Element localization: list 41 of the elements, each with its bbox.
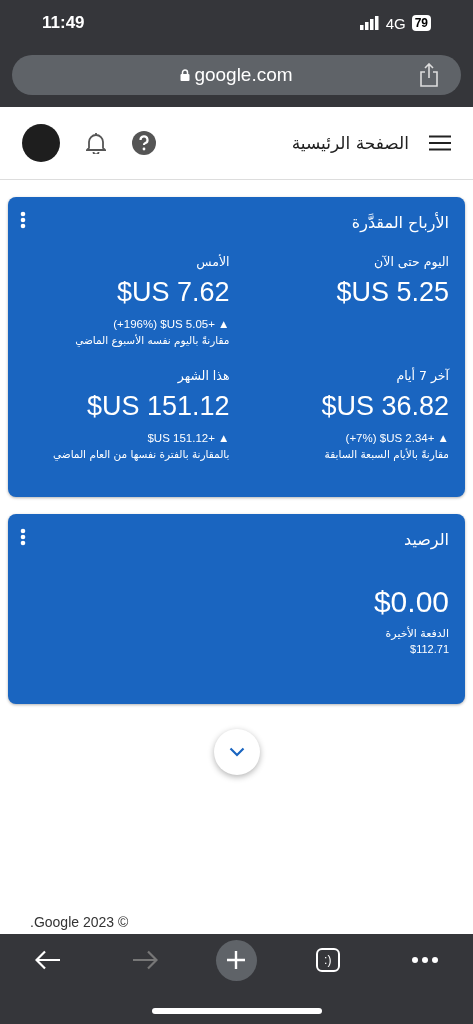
metric-label: هذا الشهر (177, 368, 230, 383)
signal-icon (359, 16, 380, 30)
chevron-down-icon (228, 747, 245, 757)
metric-label: آخر 7 أيام (396, 368, 449, 383)
metric-value: $US 151.12 (86, 391, 230, 422)
metric-label: اليوم حتى الآن (374, 254, 449, 269)
card-title: الرصيد (404, 530, 449, 549)
network-type: 4G (385, 14, 406, 32)
change-text: $US 151.12+ ▲ (147, 432, 230, 444)
tabs-button[interactable]: :) (301, 939, 354, 981)
url-text[interactable]: google.com (194, 64, 293, 86)
plus-icon (226, 950, 247, 970)
metric-value: $US 36.82 (321, 391, 449, 422)
balance-value: $0.00 (373, 585, 449, 619)
share-icon[interactable] (419, 63, 439, 87)
arrow-left-icon (35, 950, 62, 970)
comparison-note: مقارنةً بالأيام السبعة السابقة (324, 448, 449, 460)
more-options-icon[interactable] (20, 528, 26, 546)
new-tab-button[interactable] (216, 939, 257, 981)
comparison-note: بالمقارنة بالفترة نفسها من العام الماضي (53, 448, 230, 460)
copyright-text: .Google 2023 © (30, 914, 130, 930)
arrow-right-icon (132, 950, 159, 970)
last-payment-amount: $112.71 (410, 643, 449, 655)
metric-value: $US 5.25 (336, 277, 449, 308)
clock-time: 11:49 (42, 13, 86, 33)
comparison-note: مقارنةً باليوم نفسه الأسبوع الماضي (75, 334, 230, 346)
metric-label: الأمس (196, 254, 230, 269)
last-payment-label: الدفعة الأخيرة (385, 627, 449, 640)
bell-icon[interactable] (86, 132, 106, 154)
battery-level: 79 (411, 15, 431, 31)
help-icon[interactable] (132, 131, 156, 155)
card-title: الأرباح المقدَّرة (351, 213, 449, 232)
change-text: (+196%) $US 5.05+ ▲ (113, 318, 230, 330)
avatar[interactable] (22, 124, 60, 162)
lock-icon (180, 69, 191, 81)
more-options-icon[interactable] (20, 211, 26, 229)
metric-value: $US 7.62 (116, 277, 230, 308)
more-icon (411, 957, 438, 963)
change-text: (+7%) $US 2.34+ ▲ (345, 432, 449, 444)
menu-icon[interactable] (429, 135, 451, 151)
page-title: الصفحة الرئيسية (290, 133, 409, 153)
